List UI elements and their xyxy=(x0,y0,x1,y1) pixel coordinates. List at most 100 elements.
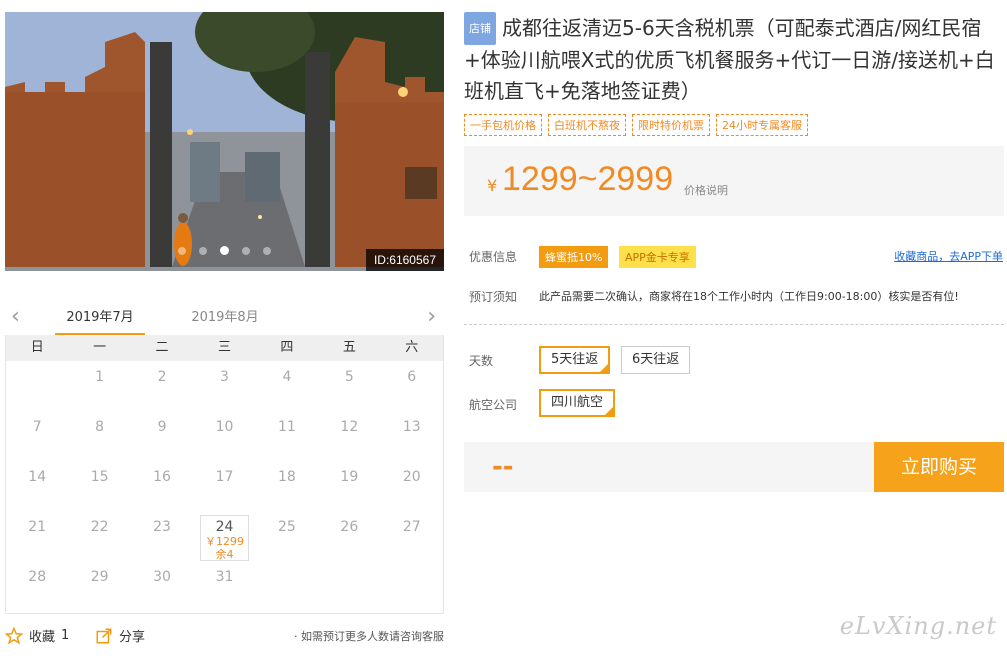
month-tab-august[interactable]: 2019年8月 xyxy=(180,306,270,325)
calendar-day-number: 25 xyxy=(277,519,296,535)
feature-tags: 一手包机价格 白班机不熬夜 限时特价机票 24小时专属客服 xyxy=(464,114,808,136)
calendar-day-number: 12 xyxy=(340,419,359,435)
city-gate-photo-art xyxy=(5,12,444,271)
calendar-week-row: 1 2 3 4 5 6 xyxy=(6,361,443,411)
calendar-day: 4 xyxy=(256,361,318,411)
favorite-go-app-link[interactable]: 收藏商品，去APP下单 xyxy=(894,248,1003,264)
option-label: 四川航空 xyxy=(551,395,604,410)
calendar-day-number: 2 xyxy=(157,369,167,385)
product-title: 成都往返清迈5-6天含税机票（可配泰式酒店/网红民宿+体验川航喂X式的优质飞机餐… xyxy=(464,16,995,103)
feature-tag: 24小时专属客服 xyxy=(716,114,808,136)
carousel-dot-active[interactable] xyxy=(220,246,229,255)
chevron-left-icon[interactable]: ‹ xyxy=(11,304,20,329)
product-photo[interactable]: ID:6160567 xyxy=(5,12,444,271)
star-icon xyxy=(5,626,23,644)
month-switcher: ‹ 2019年7月 2019年8月 › xyxy=(5,300,444,336)
weekday-label: 四 xyxy=(280,340,294,355)
calendar-day-number: 28 xyxy=(28,569,47,585)
option-6-days[interactable]: 6天往返 xyxy=(621,346,691,374)
favorite-button[interactable]: 收藏 1 xyxy=(5,626,69,645)
airline-label: 航空公司 xyxy=(469,398,518,412)
option-5-days[interactable]: 5天往返 xyxy=(539,346,611,374)
calendar-day: 16 xyxy=(131,461,193,511)
feature-tag: 限时特价机票 xyxy=(632,114,710,136)
calendar-day-number: 3 xyxy=(220,369,229,385)
calendar-day-available[interactable]: 24 ￥1299 余4 xyxy=(193,511,255,561)
currency-symbol: ¥ xyxy=(487,176,498,195)
promo-label: 优惠信息 xyxy=(469,250,518,264)
day-price: ￥1299 xyxy=(204,535,244,548)
chevron-right-icon[interactable]: › xyxy=(427,304,436,329)
days-label: 天数 xyxy=(469,354,494,368)
calendar-day-number: 23 xyxy=(153,519,171,535)
calendar-day: 12 xyxy=(318,411,380,461)
calendar-day-number: 5 xyxy=(344,369,354,385)
calendar-day-number: 29 xyxy=(90,569,109,585)
calendar-day: 26 xyxy=(318,511,380,561)
price-explain-link[interactable]: 价格说明 xyxy=(684,182,728,198)
calendar-day: 8 xyxy=(68,411,130,461)
price-range: 1299~2999 xyxy=(502,160,674,198)
carousel-dot[interactable] xyxy=(242,247,251,255)
share-icon xyxy=(96,628,112,643)
calendar-day-number: 31 xyxy=(215,569,234,585)
weekday-label: 五 xyxy=(342,340,356,355)
calendar-day: 1 xyxy=(68,361,130,411)
calendar-day-number: 19 xyxy=(340,469,359,485)
section-divider xyxy=(464,324,1004,325)
calendar-day: 5 xyxy=(318,361,380,411)
calendar-day: 11 xyxy=(256,411,318,461)
calendar-weekday-header: 日 一 二 三 四 五 六 xyxy=(6,335,443,361)
photo-id-label: ID:6160567 xyxy=(365,249,444,271)
calendar-empty-cell xyxy=(381,561,443,611)
calendar-day-number: 11 xyxy=(277,419,296,435)
feature-tag: 白班机不熬夜 xyxy=(548,114,626,136)
product-title-block: 店铺 成都往返清迈5-6天含税机票（可配泰式酒店/网红民宿+体验川航喂X式的优质飞… xyxy=(464,12,1004,107)
calendar-day-number: 7 xyxy=(32,419,42,435)
calendar-empty-cell xyxy=(256,561,318,611)
store-badge[interactable]: 店铺 xyxy=(464,12,496,45)
weekday-label: 日 xyxy=(30,340,44,355)
calendar-day: 21 xyxy=(6,511,68,561)
purchase-bar: -- 立即购买 xyxy=(464,442,1004,492)
month-tab-july[interactable]: 2019年7月 xyxy=(55,306,145,336)
weekday-label: 二 xyxy=(155,340,169,355)
calendar-day-number: 20 xyxy=(402,469,421,485)
calendar-day: 23 xyxy=(131,511,193,561)
calendar-day-number: 6 xyxy=(407,369,417,385)
option-label: 6天往返 xyxy=(632,352,680,367)
calendar-day: 30 xyxy=(131,561,193,611)
price-panel: ¥ 1299~2999 价格说明 xyxy=(464,146,1004,216)
date-calendar: 日 一 二 三 四 五 六 1 2 3 4 5 6 7 8 9 10 11 12 13 14 15 16 17 1… xyxy=(5,335,444,614)
carousel-dot[interactable] xyxy=(177,247,186,255)
promo-badge-app-gold: APP金卡专享 xyxy=(619,246,696,268)
share-label: 分享 xyxy=(119,630,146,645)
calendar-empty-cell xyxy=(6,361,68,411)
calendar-day: 3 xyxy=(193,361,255,411)
calendar-day-number: 14 xyxy=(28,469,47,485)
calendar-day-number: 18 xyxy=(277,469,296,485)
carousel-dot[interactable] xyxy=(263,247,272,255)
calendar-day: 15 xyxy=(68,461,130,511)
calendar-day: 20 xyxy=(381,461,443,511)
calendar-day: 22 xyxy=(68,511,130,561)
buy-now-button[interactable]: 立即购买 xyxy=(874,442,1004,492)
share-button[interactable]: 分享 xyxy=(95,626,145,645)
selected-check-icon xyxy=(598,362,611,374)
booking-notice: 此产品需要二次确认，商家将在18个工作小时内（工作日9:00-18:00）核实是… xyxy=(539,290,959,303)
calendar-day: 13 xyxy=(381,411,443,461)
calendar-day-number: 15 xyxy=(90,469,109,485)
calendar-day: 28 xyxy=(6,561,68,611)
calendar-day: 9 xyxy=(131,411,193,461)
option-sichuan-airlines[interactable]: 四川航空 xyxy=(539,389,616,417)
carousel-dot[interactable] xyxy=(198,247,207,255)
calendar-day: 6 xyxy=(381,361,443,411)
calendar-week-row: 14 15 16 17 18 19 20 xyxy=(6,461,443,511)
calendar-day: 14 xyxy=(6,461,68,511)
calendar-day: 29 xyxy=(68,561,130,611)
day-stock: 余4 xyxy=(215,548,234,561)
calendar-day-number: 30 xyxy=(153,569,171,585)
calendar-day: 17 xyxy=(193,461,255,511)
promo-badge-honey: 蜂蜜抵10% xyxy=(539,246,609,268)
calendar-day: 25 xyxy=(256,511,318,561)
